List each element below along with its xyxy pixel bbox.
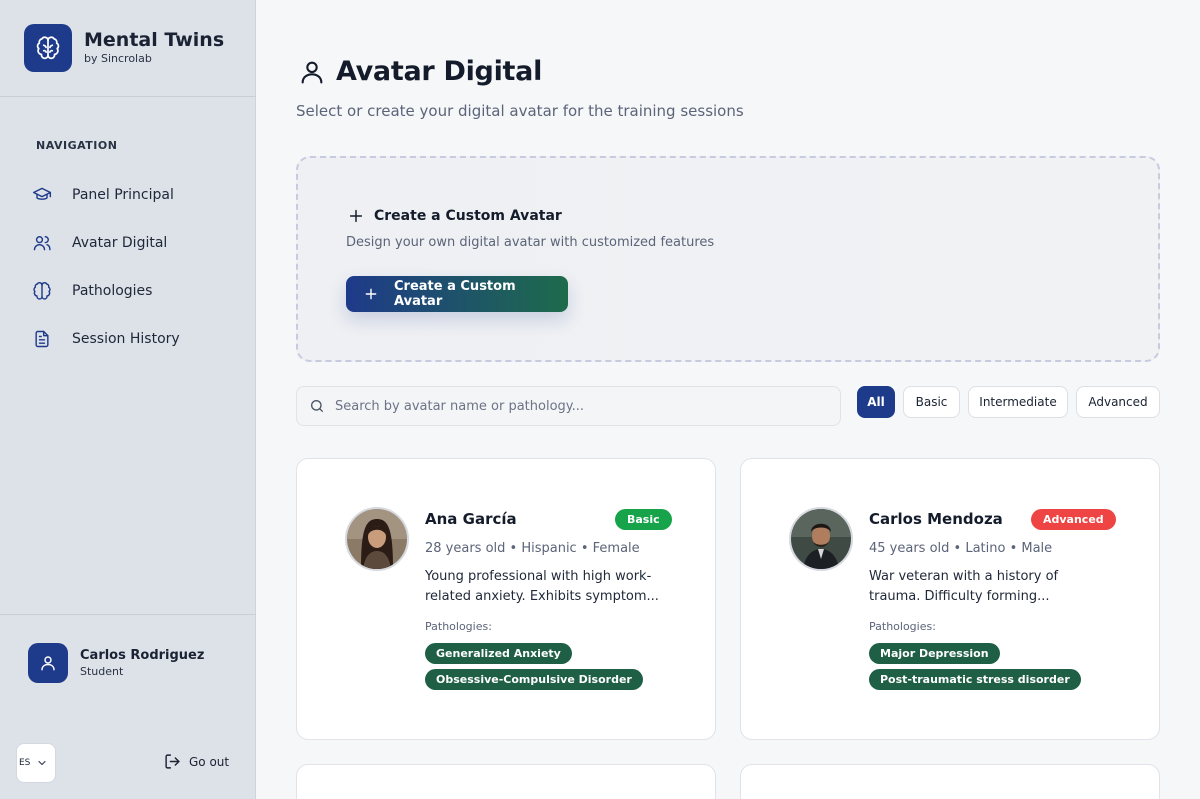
avatar-card[interactable] <box>740 764 1160 799</box>
chevron-down-icon <box>36 757 48 769</box>
avatar-card[interactable] <box>296 764 716 799</box>
pathology-tag: Post-traumatic stress disorder <box>869 669 1081 690</box>
sidebar-divider-top <box>0 96 256 97</box>
avatar-name: Ana García <box>425 510 517 528</box>
page-title: Avatar Digital <box>336 56 543 87</box>
search-icon <box>309 398 325 414</box>
sidebar-item-pathologies[interactable]: Pathologies <box>20 271 236 311</box>
avatar-photo <box>789 507 853 571</box>
avatar-meta: 45 years old • Latino • Male <box>869 541 1053 556</box>
filter-advanced[interactable]: Advanced <box>1076 386 1160 418</box>
description-line: related anxiety. Exhibits symptom... <box>425 589 659 604</box>
pathology-tag: Obsessive-Compulsive Disorder <box>425 669 643 690</box>
sidebar-item-label: Avatar Digital <box>72 235 168 251</box>
sidebar-item-label: Panel Principal <box>72 187 174 203</box>
avatar-card[interactable]: Ana García Basic 28 years old • Hispanic… <box>296 458 716 740</box>
sidebar-item-avatar-digital[interactable]: Avatar Digital <box>20 223 236 263</box>
logout-button[interactable]: Go out <box>164 753 229 770</box>
create-card-title: Create a Custom Avatar <box>374 208 562 224</box>
sidebar-divider-bottom <box>0 614 256 615</box>
language-select[interactable]: ES <box>16 743 56 783</box>
brain-icon <box>32 281 52 301</box>
page-header: Avatar Digital <box>298 56 542 87</box>
user-avatar-icon <box>28 643 68 683</box>
nav-heading: NAVIGATION <box>36 139 118 152</box>
avatar-name: Carlos Mendoza <box>869 510 1003 528</box>
create-card-description: Design your own digital avatar with cust… <box>346 235 715 250</box>
avatar-meta: 28 years old • Hispanic • Female <box>425 541 640 556</box>
avatar-description: Young professional with high work- relat… <box>425 567 675 607</box>
user-icon <box>298 58 326 86</box>
pathology-tag: Major Depression <box>869 643 1000 664</box>
sidebar: Mental Twins by Sincrolab NAVIGATION Pan… <box>0 0 256 799</box>
filter-all[interactable]: All <box>857 386 895 418</box>
avatar-photo <box>345 507 409 571</box>
description-line: War veteran with a history of <box>869 569 1059 584</box>
user-role: Student <box>80 664 124 678</box>
level-badge: Advanced <box>1031 509 1116 530</box>
level-badge: Basic <box>615 509 672 530</box>
sidebar-item-session-history[interactable]: Session History <box>20 319 236 359</box>
user-profile[interactable]: Carlos Rodriguez Student <box>28 643 204 683</box>
filter-basic[interactable]: Basic <box>903 386 960 418</box>
create-custom-avatar-button[interactable]: Create a Custom Avatar <box>346 276 568 312</box>
avatar-description: War veteran with a history of trauma. Di… <box>869 567 1119 607</box>
logout-label: Go out <box>189 754 230 769</box>
avatar-card[interactable]: Carlos Mendoza Advanced 45 years old • L… <box>740 458 1160 740</box>
brand[interactable]: Mental Twins by Sincrolab <box>24 24 224 72</box>
plus-icon <box>348 208 364 224</box>
sidebar-item-label: Pathologies <box>72 283 153 299</box>
sidebar-item-panel-principal[interactable]: Panel Principal <box>20 175 236 215</box>
sidebar-item-label: Session History <box>72 331 180 347</box>
document-icon <box>32 329 52 349</box>
users-icon <box>32 233 52 253</box>
description-line: trauma. Difficulty forming... <box>869 589 1050 604</box>
graduation-cap-icon <box>32 185 52 205</box>
user-name: Carlos Rodriguez <box>80 647 205 663</box>
plus-icon <box>364 287 378 301</box>
filter-intermediate[interactable]: Intermediate <box>968 386 1068 418</box>
pathology-tag: Generalized Anxiety <box>425 643 572 664</box>
pathologies-label: Pathologies: <box>425 620 492 633</box>
language-value: ES <box>19 758 31 768</box>
page-subtitle: Select or create your digital avatar for… <box>296 102 744 120</box>
app-title: Mental Twins <box>84 29 225 51</box>
app-subtitle: by Sincrolab <box>84 52 152 65</box>
pathologies-label: Pathologies: <box>869 620 936 633</box>
logout-icon <box>164 753 181 770</box>
search-input[interactable] <box>335 398 815 414</box>
create-avatar-card: Create a Custom Avatar Design your own d… <box>296 156 1160 362</box>
create-button-label: Create a Custom Avatar <box>394 279 516 309</box>
description-line: Young professional with high work- <box>425 569 652 584</box>
search-bar <box>296 386 841 426</box>
brain-logo-icon <box>24 24 72 72</box>
